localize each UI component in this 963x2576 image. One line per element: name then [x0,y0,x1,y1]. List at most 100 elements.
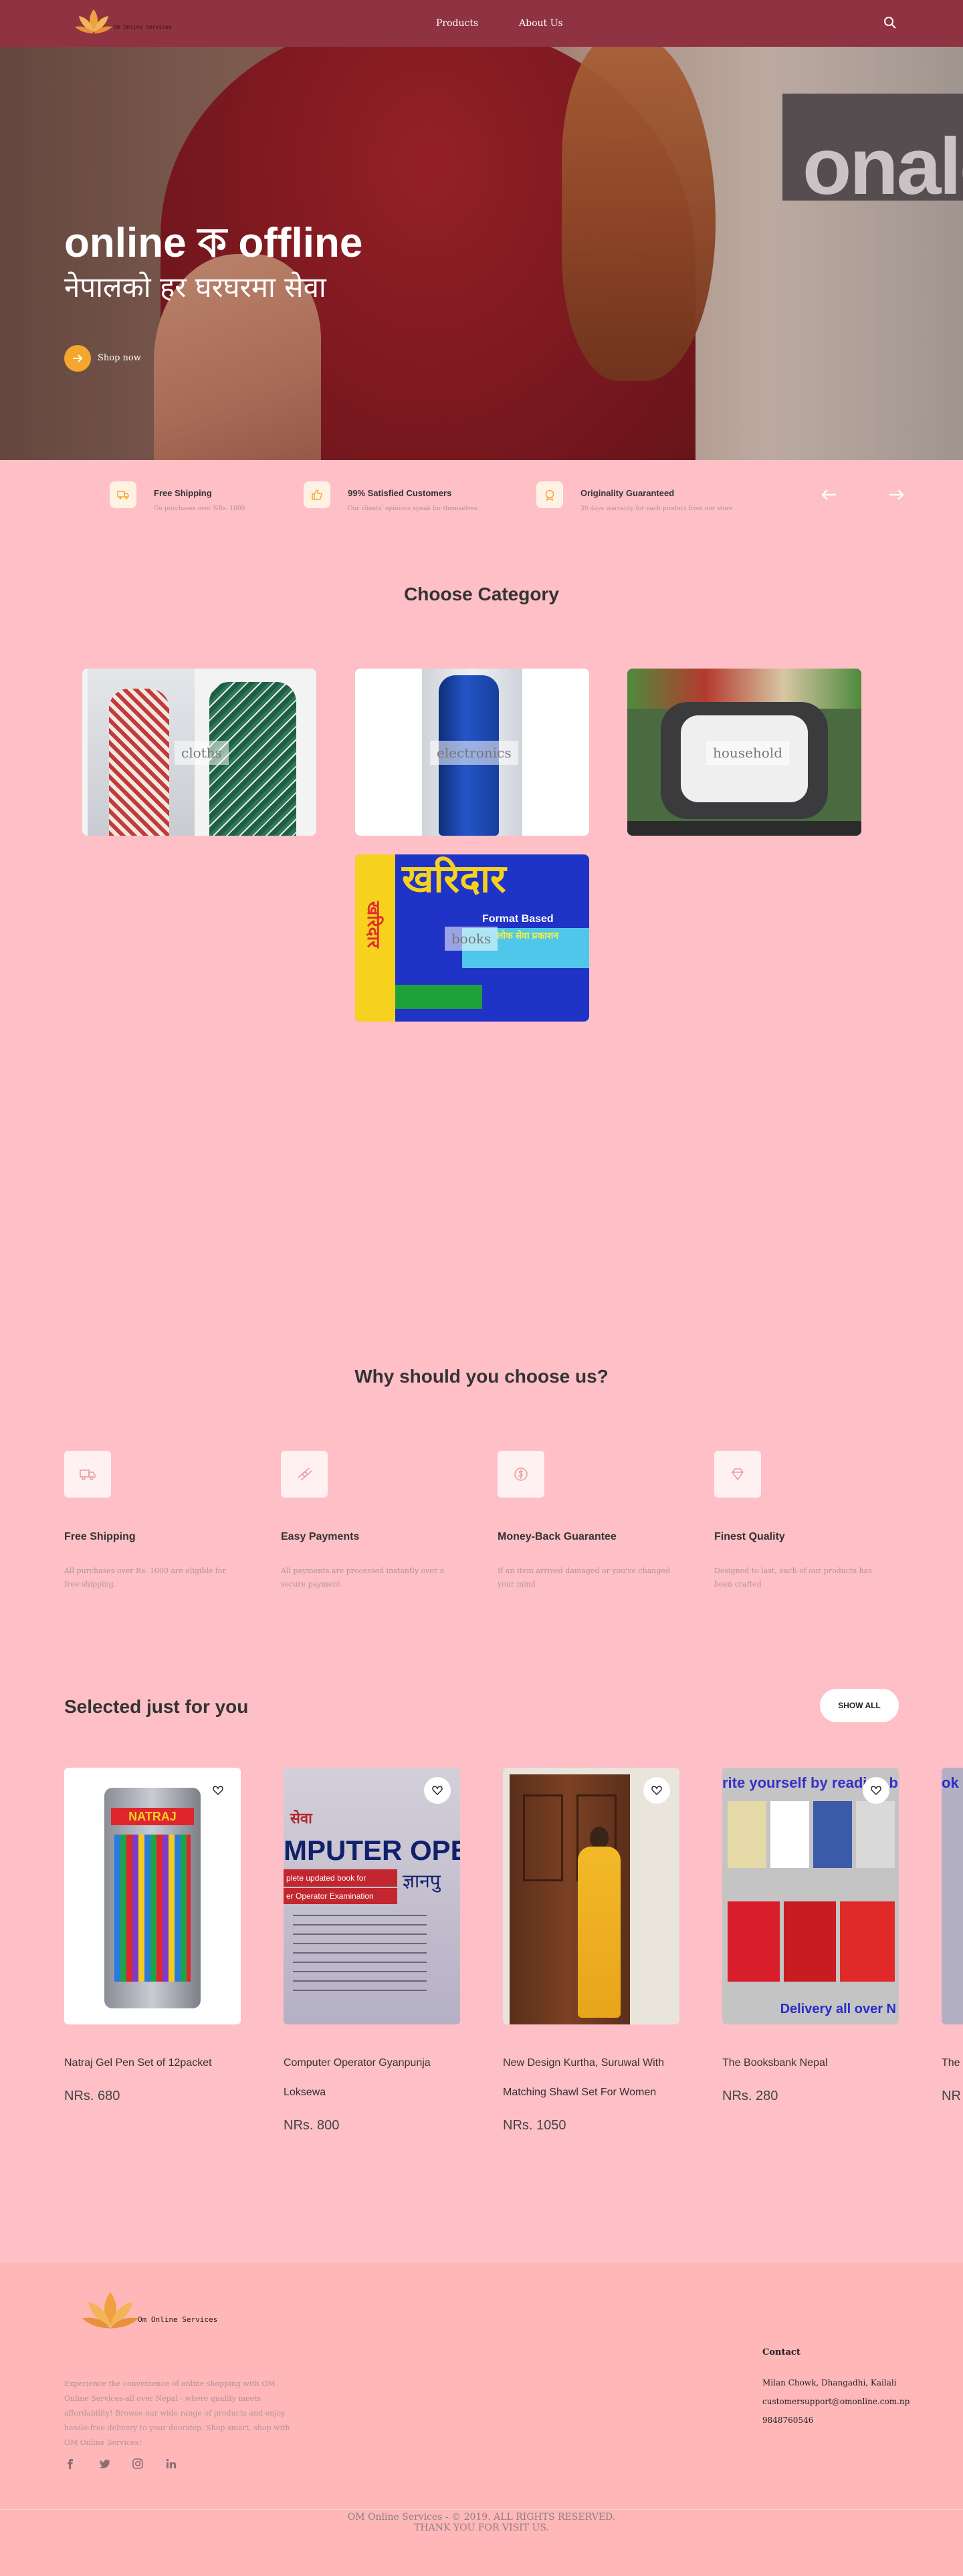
feature-title: Originality Guaranteed [580,488,675,498]
product-name[interactable]: Computer Operator Gyanpunja Loksewa [284,2048,460,2107]
why-section-title: Why should you choose us? [354,1366,609,1387]
why-item-title: Money-Back Guarantee [498,1531,617,1542]
contact-phone[interactable]: 9848760546 [762,2416,813,2425]
product-price: NR [942,2089,961,2103]
nav-link-about-us[interactable]: About Us [519,18,563,29]
product-name[interactable]: Natraj Gel Pen Set of 12packet [64,2048,241,2078]
selected-section-title: Selected just for you [64,1696,249,1717]
why-easy-payments: Easy Payments All payments are processed… [281,1451,455,1589]
heart-icon [213,1786,223,1795]
why-item-title: Finest Quality [714,1531,785,1542]
why-item-text: If an item arrived damaged or you've cha… [498,1566,670,1589]
product-card[interactable]: ok The NR [942,1768,963,2115]
product-price: NRs. 800 [284,2118,340,2133]
contact-email[interactable]: customersupport@omonline.com.np [762,2397,909,2406]
book-cover-sub: er Operator Examination [284,1888,397,1904]
product-card[interactable]: NATRAJ Natraj Gel Pen Set of 12packet NR… [64,1768,241,2103]
facebook-icon[interactable] [64,2457,78,2470]
why-item-title: Easy Payments [281,1531,360,1542]
category-label: cloths [175,741,229,765]
brand-logo[interactable]: Om Online Services [74,5,174,39]
wishlist-button[interactable] [863,1777,889,1804]
book-cover-title: MPUTER OPERATO [284,1835,460,1866]
truck-icon [80,1470,96,1480]
diamond-icon [732,1468,744,1481]
footer-logo[interactable]: Om Online Services [80,2285,241,2345]
feature-text: Our clients' opinions speak for themselv… [348,505,477,512]
why-finest-quality: Finest Quality Designed to last, each of… [714,1451,888,1589]
why-item-title: Free Shipping [64,1531,136,1542]
why-item-text: All payments are processed instantly ove… [281,1566,445,1589]
product-name[interactable]: New Design Kurtha, Suruwal With Matching… [503,2048,679,2107]
why-item-text: Designed to last, each of our products h… [714,1566,872,1589]
feature-text: On purchases over NRs. 1000 [154,505,245,512]
category-label: books [445,927,498,951]
category-label: electronics [430,741,518,765]
contact-heading: Contact [762,2347,800,2357]
book-cover-text: सेवा [290,1810,312,1827]
shop-now-button[interactable]: Shop now [64,345,158,372]
product-price: NRs. 1050 [503,2118,566,2133]
product-name[interactable]: The [942,2048,963,2078]
footer: Om Online Services Experience the conven… [0,2263,963,2576]
show-all-button[interactable]: SHOW ALL [820,1689,899,1722]
thank-you-text: THANK YOU FOR VISIT US. [414,2523,549,2533]
feature-title: 99% Satisfied Customers [348,488,452,498]
product-price: NRs. 280 [722,2089,778,2103]
thumbs-up-icon [312,489,322,500]
book-publisher: लोक सेवा प्रकाशन [497,930,559,941]
contact-address: Milan Chowk, Dhangadhi, Kailali [762,2378,897,2387]
feature-text: 30 days warranty for each product from o… [580,505,733,512]
lotus-logo-icon [82,2292,138,2329]
category-card-cloths[interactable]: cloths [82,669,316,836]
product-image-text: ok [942,1774,959,1791]
dollar-icon [514,1468,528,1481]
product-image[interactable]: सेवा MPUTER OPERATO plete updated book f… [284,1768,460,2024]
badge-icon [545,489,554,501]
category-card-electronics[interactable]: electronics [355,669,589,836]
book-side-title: खरिदार [364,901,384,948]
wishlist-button[interactable] [205,1777,231,1804]
heart-icon [871,1786,881,1795]
wishlist-button[interactable] [643,1777,670,1804]
product-card[interactable]: rite yourself by reading b Delivery all … [722,1768,899,2103]
category-card-books[interactable]: खरिदार खरिदार Format Based लोक सेवा प्रक… [355,854,589,1022]
red-kurta-shape [109,689,169,836]
book-cover-brand: ज्ञानपु [403,1871,441,1891]
linkedin-icon[interactable] [165,2457,178,2470]
footer-divider [0,2509,963,2510]
category-card-household[interactable]: household [627,669,861,836]
category-label: household [706,741,790,765]
footer-logo-text: Om Online Services [138,2315,218,2324]
hero-subtitle: नेपालको हर घरघरमा सेवा [64,271,326,304]
product-image[interactable]: rite yourself by reading b Delivery all … [722,1768,899,2024]
product-image[interactable]: NATRAJ [64,1768,241,2024]
shop-now-label: Shop now [98,353,141,363]
footer-description: Experience the convenience of online sho… [64,2379,290,2447]
product-image[interactable] [503,1768,679,2024]
slider-prev-arrow-icon[interactable] [817,483,841,507]
product-image[interactable]: ok [942,1768,963,2024]
instagram-icon[interactable] [131,2457,144,2470]
wishlist-button[interactable] [424,1777,451,1804]
category-section-title: Choose Category [404,584,559,604]
twitter-icon[interactable] [98,2457,111,2470]
arrow-right-icon [73,354,83,362]
book-cover-title: खरिदार [402,857,506,901]
slider-next-arrow-icon[interactable] [884,483,908,507]
pens-shape [114,1835,191,1982]
product-name[interactable]: The Booksbank Nepal [722,2048,899,2078]
search-icon[interactable] [883,15,897,30]
product-card[interactable]: सेवा MPUTER OPERATO plete updated book f… [284,1768,460,2133]
why-item-text: All purchases over Rs. 1000 are eligible… [64,1566,226,1589]
copyright-text: OM Online Services - © 2019. ALL RIGHTS … [347,2512,616,2523]
feature-title: Free Shipping [154,488,212,498]
pen-pack-label: NATRAJ [111,1808,194,1825]
why-money-back: Money-Back Guarantee If an item arrived … [498,1451,671,1589]
nav-link-products[interactable]: Products [436,18,478,29]
product-price: NRs. 680 [64,2089,120,2103]
lotus-logo-icon [75,9,112,33]
navbar: Om Online Services Products About Us [0,0,963,47]
product-card[interactable]: New Design Kurtha, Suruwal With Matching… [503,1768,679,2133]
feature-bar: Free Shipping On purchases over NRs. 100… [0,460,769,542]
